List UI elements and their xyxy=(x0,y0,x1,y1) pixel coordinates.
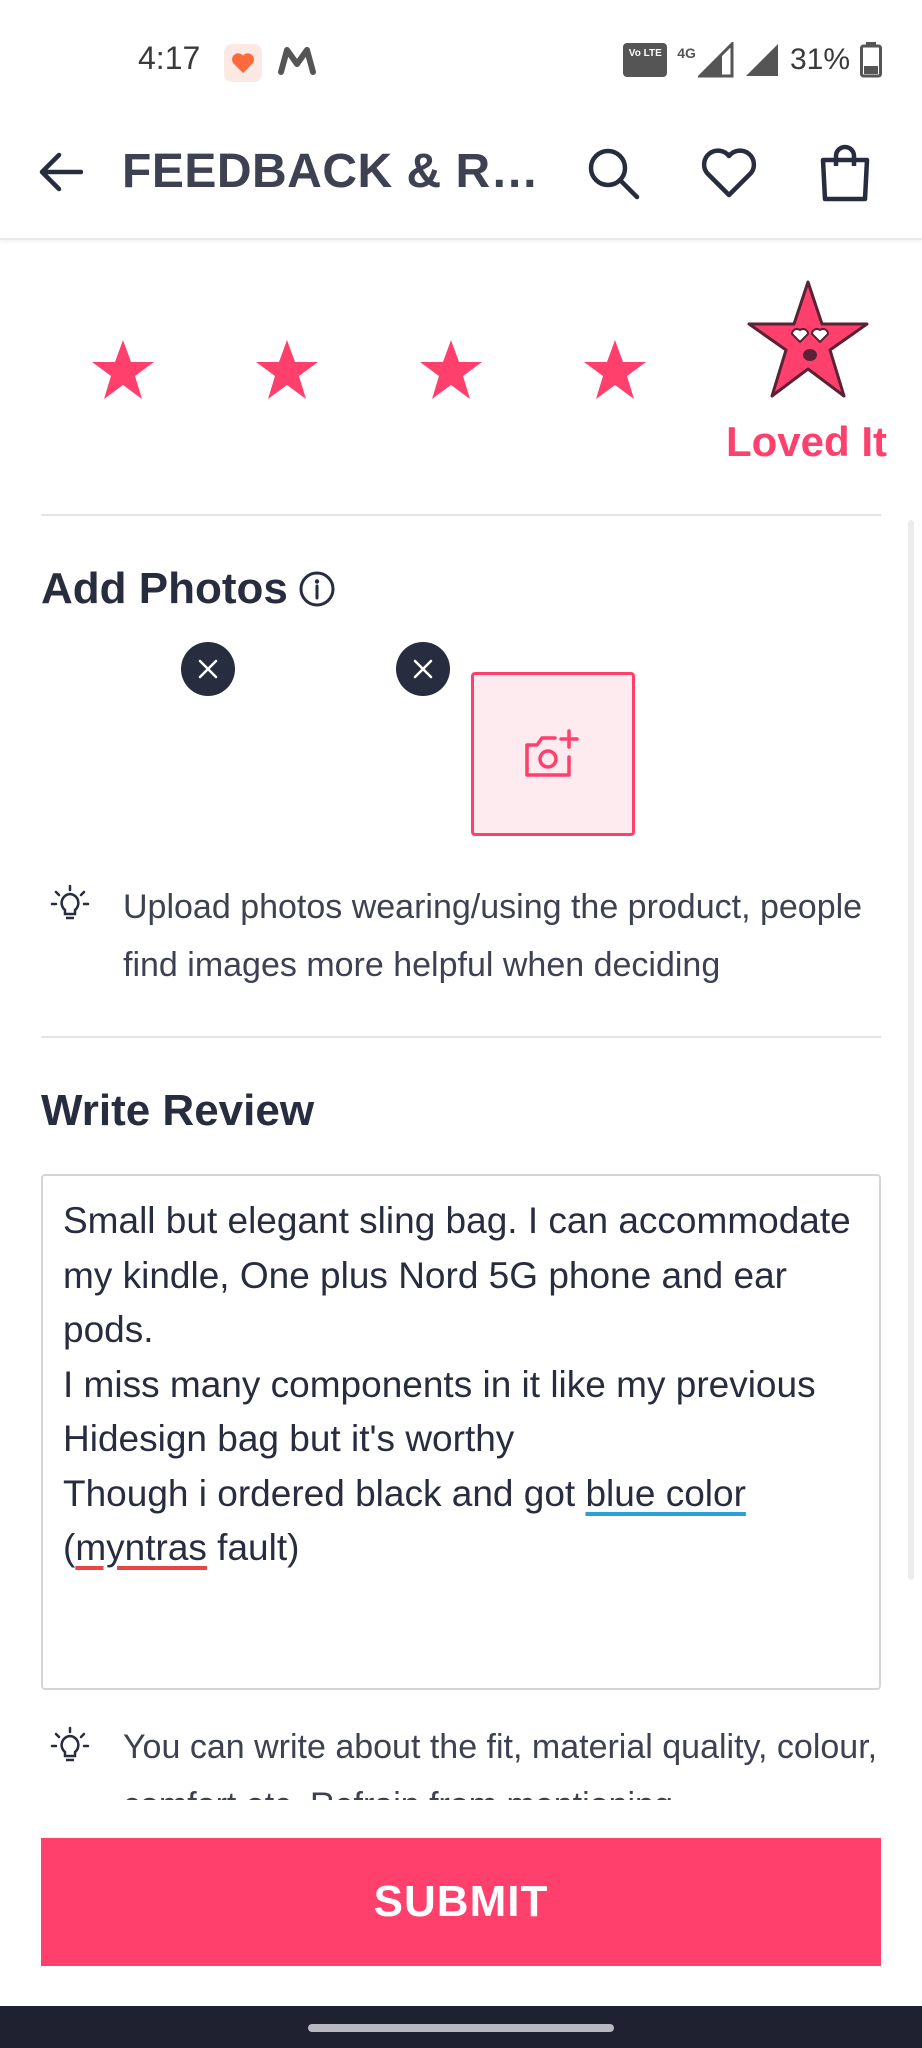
gmail-icon xyxy=(278,46,316,81)
status-indicators: Vo LTE 4G 31% xyxy=(623,38,882,82)
wishlist-button[interactable] xyxy=(694,138,764,208)
spellcheck-suggestion[interactable]: blue color xyxy=(585,1473,745,1514)
page-title: FEEDBACK & REVIEW xyxy=(122,145,558,198)
lightbulb-icon xyxy=(50,1726,90,1762)
review-text-part: Small but elegant sling bag. I can accom… xyxy=(63,1200,851,1514)
review-text-part: ( xyxy=(63,1527,76,1568)
bag-icon xyxy=(820,144,870,202)
close-icon xyxy=(413,659,433,679)
star-4-icon[interactable] xyxy=(583,338,647,402)
star-5-loved-icon[interactable] xyxy=(746,278,870,402)
review-textarea[interactable]: Small but elegant sling bag. I can accom… xyxy=(41,1174,881,1690)
add-photos-title: Add Photos xyxy=(41,564,288,613)
star-1-icon[interactable] xyxy=(91,338,155,402)
photo-tip: Upload photos wearing/using the product,… xyxy=(50,878,880,998)
remove-photo-button[interactable] xyxy=(396,642,450,696)
bag-button[interactable] xyxy=(810,138,880,208)
wishlist-heart-icon xyxy=(701,148,757,198)
divider xyxy=(41,514,881,516)
network-type: 4G xyxy=(677,45,696,61)
spellcheck-error[interactable]: myntras xyxy=(75,1527,207,1568)
status-time: 4:17 xyxy=(138,40,201,76)
system-nav-bar xyxy=(0,2006,922,2048)
review-tip-text: You can write about the fit, material qu… xyxy=(123,1728,878,1800)
battery-percent: 31% xyxy=(789,43,850,76)
review-tip: You can write about the fit, material qu… xyxy=(50,1720,880,1800)
remove-photo-button[interactable] xyxy=(181,642,235,696)
add-camera-icon xyxy=(525,729,579,777)
battery-icon xyxy=(860,42,882,78)
search-button[interactable] xyxy=(578,138,648,208)
heart-app-icon xyxy=(224,44,262,82)
search-icon xyxy=(588,148,640,200)
back-button[interactable] xyxy=(30,142,90,202)
review-text-part: fault) xyxy=(206,1527,300,1568)
star-3-icon[interactable] xyxy=(419,338,483,402)
add-photo-button[interactable] xyxy=(471,672,635,836)
rating-label: Loved It xyxy=(726,418,888,465)
scrollbar[interactable] xyxy=(908,520,914,1580)
back-arrow-icon xyxy=(39,152,83,192)
info-icon[interactable] xyxy=(298,570,336,608)
divider xyxy=(41,1036,881,1038)
app-header: FEEDBACK & REVIEW xyxy=(0,120,922,240)
bottom-action-bar: SUBMIT xyxy=(0,1800,922,2006)
submit-button[interactable]: SUBMIT xyxy=(41,1838,881,1966)
signal-icon xyxy=(697,42,734,78)
close-icon xyxy=(198,659,218,679)
photo-tip-text: Upload photos wearing/using the product,… xyxy=(123,888,863,984)
signal-icon xyxy=(745,44,778,76)
star-2-icon[interactable] xyxy=(255,338,319,402)
lightbulb-icon xyxy=(50,884,90,920)
review-text: Small but elegant sling bag. I can accom… xyxy=(63,1194,859,1576)
volte-icon: Vo LTE xyxy=(623,43,668,77)
home-gesture-handle[interactable] xyxy=(308,2024,614,2032)
star-rating: Loved It xyxy=(0,270,922,480)
status-bar: 4:17 Vo LTE 4G 31% xyxy=(0,0,922,120)
write-review-title: Write Review xyxy=(41,1086,315,1135)
